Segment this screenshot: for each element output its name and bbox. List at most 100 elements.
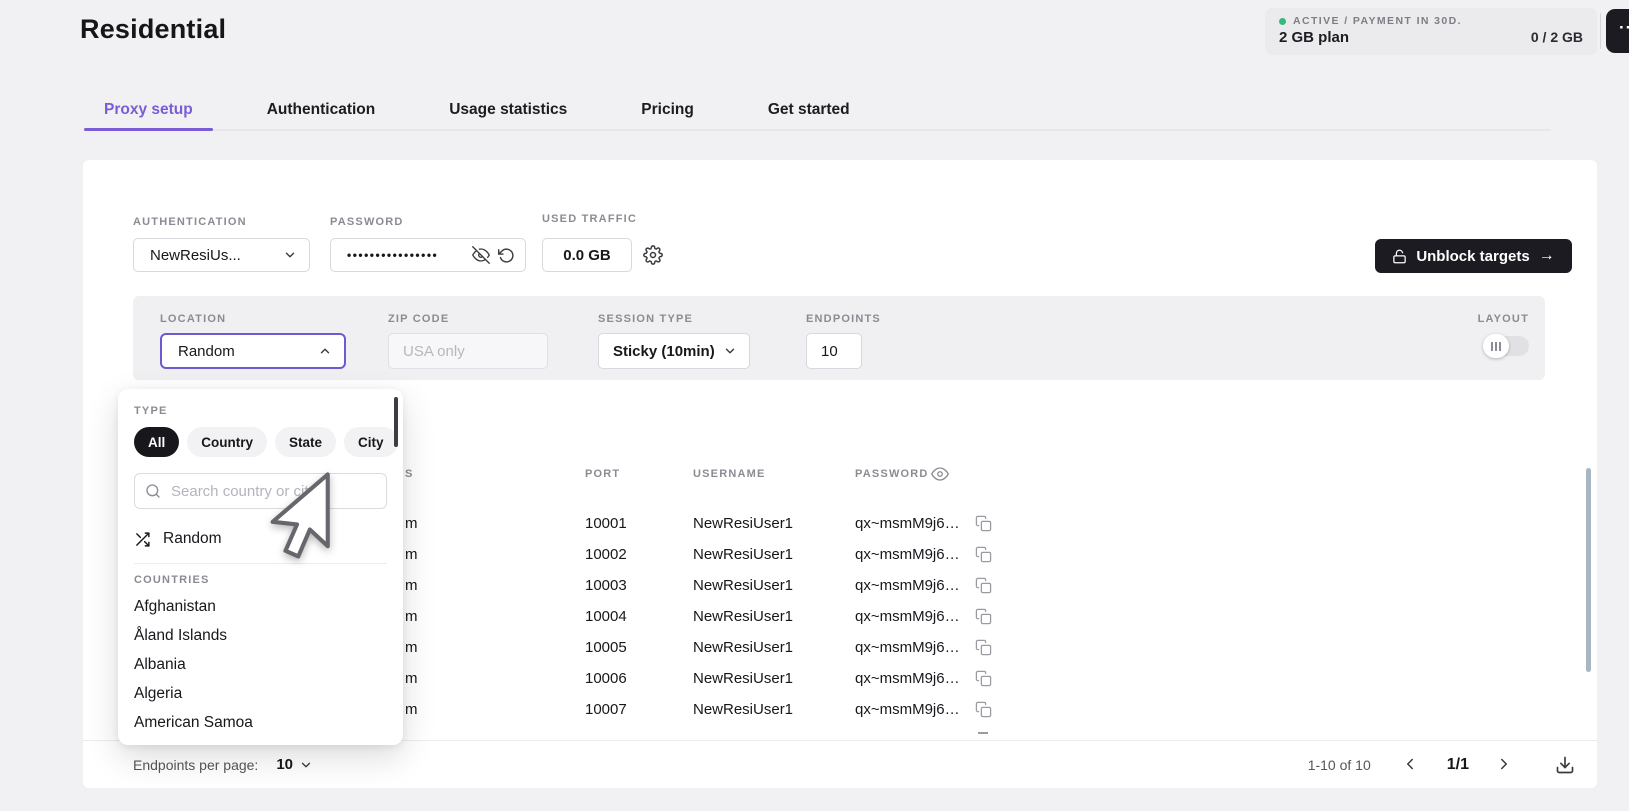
port-cell: 10003	[585, 577, 627, 594]
session-type-select[interactable]: Sticky (10min)	[598, 333, 750, 369]
copy-button[interactable]	[975, 639, 992, 656]
page-indicator: 1/1	[1446, 755, 1469, 773]
password-column-header: PASSWORD	[855, 468, 929, 480]
country-option-american-samoa[interactable]: American Samoa	[134, 708, 387, 737]
reset-password-icon[interactable]	[498, 247, 515, 264]
plan-menu-button[interactable]: ···	[1606, 9, 1629, 53]
download-endpoints-button[interactable]	[1555, 755, 1575, 775]
authentication-user-select[interactable]: NewResiUs...	[133, 238, 310, 272]
authentication-user-value: NewResiUs...	[150, 246, 241, 264]
show-passwords-button[interactable]	[931, 465, 949, 483]
type-pill-country[interactable]: Country	[187, 427, 268, 457]
username-cell: NewResiUser1	[693, 546, 794, 563]
unblock-targets-button[interactable]: Unblock targets →	[1375, 239, 1572, 273]
traffic-settings-button[interactable]	[643, 245, 663, 265]
next-row-clipped-hint	[978, 732, 988, 734]
table-scrollbar[interactable]	[1586, 468, 1591, 672]
endpoint-cell-fragment: m	[405, 515, 418, 532]
tab-usage-statistics[interactable]: Usage statistics	[449, 95, 567, 129]
type-pill-state[interactable]: State	[275, 427, 337, 457]
copy-button[interactable]	[975, 608, 992, 625]
previous-page-button[interactable]	[1401, 755, 1421, 775]
page-title: Residential	[80, 14, 227, 44]
dropdown-divider	[134, 563, 387, 564]
endpoint-cell-fragment: m	[405, 546, 418, 563]
chevron-down-icon	[301, 762, 311, 767]
zip-code-input[interactable]	[388, 333, 548, 369]
countries-label: COUNTRIES	[134, 574, 210, 586]
unlock-icon	[1393, 249, 1407, 263]
per-page-control[interactable]: Endpoints per page: 10	[133, 756, 313, 773]
copy-icon	[975, 670, 992, 687]
tab-pricing[interactable]: Pricing	[641, 95, 694, 129]
username-cell: NewResiUser1	[693, 515, 794, 532]
chevron-down-icon	[285, 252, 295, 258]
country-search-input[interactable]	[134, 473, 387, 509]
country-option-afghanistan[interactable]: Afghanistan	[134, 592, 387, 621]
download-icon	[1556, 756, 1574, 773]
gear-icon	[643, 245, 663, 265]
plan-badge: ACTIVE / PAYMENT IN 30D. 2 GB plan 0 / 2…	[1265, 8, 1597, 55]
copy-button[interactable]	[975, 546, 992, 563]
type-pill-all[interactable]: All	[134, 427, 180, 457]
layout-label: LAYOUT	[1477, 313, 1529, 325]
endpoints-input[interactable]	[806, 333, 862, 369]
endpoint-cell-fragment: m	[405, 577, 418, 594]
country-option-albania[interactable]: Albania	[134, 650, 387, 679]
filters-band: LOCATION Random ZIP CODE SESSION TYPE St…	[133, 296, 1545, 380]
tab-authentication[interactable]: Authentication	[267, 95, 376, 129]
endpoint-cell-fragment: m	[405, 701, 418, 718]
copy-icon	[975, 577, 992, 594]
port-cell: 10006	[585, 670, 627, 687]
copy-button[interactable]	[975, 577, 992, 594]
location-value: Random	[178, 342, 235, 360]
chevron-up-icon	[320, 348, 330, 354]
unblock-targets-label: Unblock targets	[1416, 247, 1530, 265]
layout-toggle[interactable]	[1483, 334, 1529, 358]
copy-button[interactable]	[975, 701, 992, 718]
pagination-range: 1-10 of 10	[1307, 756, 1371, 773]
location-dropdown: TYPE All Country State City Random COUNT…	[118, 389, 403, 745]
tab-get-started[interactable]: Get started	[768, 95, 850, 129]
tab-proxy-setup[interactable]: Proxy setup	[84, 95, 213, 131]
zip-code-label: ZIP CODE	[388, 313, 450, 325]
arrow-right-icon: →	[1538, 247, 1555, 264]
port-cell: 10005	[585, 639, 627, 656]
used-traffic-label: USED TRAFFIC	[542, 213, 638, 225]
copy-icon	[975, 546, 992, 563]
port-cell: 10007	[585, 701, 627, 718]
eye-icon	[931, 467, 949, 481]
dropdown-scrollbar[interactable]	[394, 397, 398, 447]
copy-button[interactable]	[975, 670, 992, 687]
password-masked-value: ••••••••••••••••	[347, 248, 439, 262]
random-option-label: Random	[163, 530, 222, 547]
password-cell: qx~msmM9j6…	[855, 701, 960, 718]
endpoint-cell-fragment: m	[405, 608, 418, 625]
per-page-label: Endpoints per page:	[133, 756, 259, 773]
endpoint-column-header-fragment: S	[405, 468, 414, 480]
session-type-value: Sticky (10min)	[613, 342, 715, 360]
random-option[interactable]: Random	[134, 523, 387, 555]
country-option-aland-islands[interactable]: Åland Islands	[134, 621, 387, 650]
type-label: TYPE	[134, 405, 168, 417]
eye-off-icon[interactable]	[472, 246, 490, 264]
copy-button[interactable]	[975, 515, 992, 532]
badge-separator	[1600, 13, 1601, 49]
location-select[interactable]: Random	[160, 333, 346, 369]
next-page-button[interactable]	[1495, 755, 1515, 775]
endpoint-cell-fragment: m	[405, 670, 418, 687]
layout-list-icon	[1483, 334, 1509, 358]
session-type-label: SESSION TYPE	[598, 313, 694, 325]
country-option-algeria[interactable]: Algeria	[134, 679, 387, 708]
type-pill-group: All Country State City	[134, 427, 398, 457]
password-cell: qx~msmM9j6…	[855, 546, 960, 563]
per-page-value: 10	[276, 756, 294, 773]
username-cell: NewResiUser1	[693, 701, 794, 718]
location-label: LOCATION	[160, 313, 227, 325]
type-pill-city[interactable]: City	[344, 427, 398, 457]
country-search	[134, 473, 387, 509]
username-column-header: USERNAME	[693, 468, 766, 480]
password-field[interactable]: ••••••••••••••••	[330, 238, 526, 272]
chevron-down-icon	[725, 348, 735, 354]
password-cell: qx~msmM9j6…	[855, 515, 960, 532]
